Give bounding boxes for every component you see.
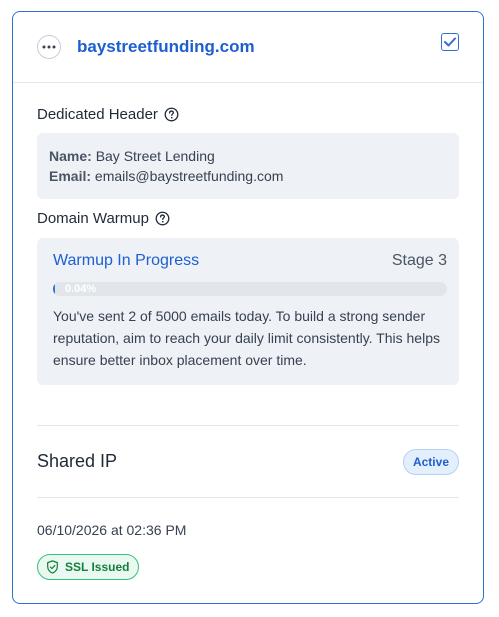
card-header: baystreetfunding.com: [13, 12, 483, 83]
ellipsis-icon: [42, 45, 56, 49]
dedicated-header-title: Dedicated Header: [37, 106, 459, 123]
email-value: emails@baystreetfunding.com: [94, 168, 284, 184]
shield-check-icon: [47, 560, 58, 574]
ssl-badge: SSL Issued: [37, 554, 140, 580]
more-options-button[interactable]: [37, 35, 61, 59]
email-label: Email:: [49, 168, 92, 184]
warmup-box: Warmup In Progress Stage 3 0.04% You've …: [37, 238, 459, 385]
warmup-progress-bar: 0.04%: [53, 282, 447, 296]
warmup-description: You've sent 2 of 5000 emails today. To b…: [53, 308, 440, 368]
timestamp: 06/10/2026 at 02:36 PM: [37, 522, 187, 538]
warmup-progress-text: 0.04%: [65, 283, 97, 295]
ssl-badge-label: SSL Issued: [65, 560, 130, 574]
domain-title[interactable]: baystreetfunding.com: [77, 37, 255, 57]
dedicated-header-label: Dedicated Header: [37, 106, 158, 123]
shared-ip-row: Shared IP Active: [13, 426, 483, 497]
status-badge: Active: [402, 448, 459, 475]
sender-name-row: Name: Bay Street Lending: [49, 146, 447, 166]
help-icon[interactable]: [164, 107, 179, 122]
domain-card: baystreetfunding.com Dedicated Header Na…: [12, 11, 484, 604]
domain-warmup-label: Domain Warmup: [37, 210, 149, 227]
warmup-stage: Stage 3: [391, 252, 447, 269]
divider: [37, 497, 459, 498]
help-icon[interactable]: [155, 211, 170, 226]
sender-email-row: Email: emails@baystreetfunding.com: [49, 166, 447, 186]
warmup-status: Warmup In Progress: [53, 252, 200, 269]
name-label: Name:: [49, 148, 92, 164]
select-checkbox[interactable]: [441, 33, 459, 51]
dedicated-header-box: Name: Bay Street Lending Email: emails@b…: [37, 133, 459, 199]
warmup-progress-fill: [53, 282, 55, 296]
shared-ip-label: Shared IP: [37, 451, 118, 471]
check-icon: [444, 37, 456, 47]
domain-warmup-title: Domain Warmup: [37, 210, 459, 227]
name-value: Bay Street Lending: [95, 148, 215, 164]
